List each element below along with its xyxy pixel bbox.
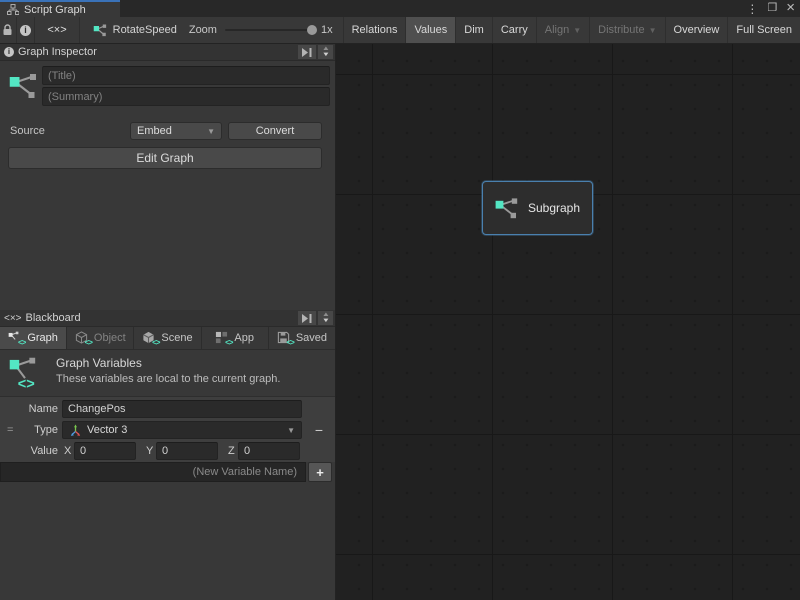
node-label: Subgraph: [528, 201, 580, 215]
graph-inspector-icon: [9, 70, 39, 107]
y-axis-label: Y: [146, 445, 153, 457]
new-variable-name-input[interactable]: [0, 462, 306, 482]
vector3-icon: [69, 424, 82, 437]
panel-scroll-arrows[interactable]: ▲ ▼: [318, 45, 333, 59]
scene-tab-icon: <>: [142, 331, 157, 345]
toolbar-right-group: Relations Values Dim Carry Align ▼ Distr…: [343, 17, 800, 43]
tab-label: Script Graph: [24, 4, 86, 16]
svg-text:<>: <>: [18, 376, 35, 390]
tab-graph[interactable]: <> Graph: [0, 327, 67, 349]
blackboard-title: Blackboard: [26, 312, 81, 324]
tab-scene[interactable]: <> Scene: [134, 327, 201, 349]
zoom-control: Zoom 1x: [189, 17, 343, 43]
script-graph-icon: [7, 4, 19, 15]
source-label: Source: [10, 125, 45, 137]
source-dropdown[interactable]: Embed ▼: [130, 122, 222, 140]
graph-title-input[interactable]: [42, 66, 330, 85]
y-value-input[interactable]: [156, 442, 218, 460]
info-icon: i: [4, 47, 14, 57]
graph-tab-icon: <>: [8, 331, 23, 345]
window-controls: ⋮ ❐ ×: [746, 0, 795, 17]
tab-saved[interactable]: <> Saved: [269, 327, 335, 349]
x-axis-label: X: [64, 445, 71, 457]
distribute-button[interactable]: Distribute ▼: [589, 17, 664, 43]
tab-object[interactable]: <> Object: [67, 327, 134, 349]
z-value-input[interactable]: [238, 442, 300, 460]
window-menu-icon[interactable]: ⋮: [746, 3, 758, 15]
zoom-value: 1x: [321, 24, 333, 36]
new-variable-row: +: [0, 462, 335, 483]
script-graph-window: Script Graph ⋮ ❐ × i <×>: [0, 0, 800, 600]
graph-variables-title: Graph Variables: [56, 356, 142, 370]
graph-inspector-title: Graph Inspector: [18, 46, 97, 58]
variable-type-dropdown[interactable]: Vector 3 ▼: [62, 421, 302, 439]
lock-icon: [2, 24, 13, 36]
variable-row: = Name Type Vector 3 ▼ − Value X Y: [0, 397, 335, 462]
graph-toolbar: i <×> RotateSpeed Zoom 1x Relations: [0, 17, 800, 44]
dock-panel-button[interactable]: [298, 311, 316, 325]
graph-canvas[interactable]: Subgraph: [336, 44, 800, 600]
variable-name-input[interactable]: [62, 400, 302, 418]
caret-down-icon: ▼: [573, 26, 581, 35]
scroll-down-icon: ▼: [321, 52, 329, 58]
edit-graph-button[interactable]: Edit Graph: [8, 147, 322, 169]
source-value: Embed: [137, 125, 172, 137]
type-value: Vector 3: [87, 424, 127, 436]
maximize-icon[interactable]: ❐: [767, 3, 777, 14]
inspect-button[interactable]: i: [17, 17, 36, 43]
caret-down-icon: ▼: [287, 426, 295, 435]
app-tab-icon: <>: [215, 331, 230, 345]
close-icon[interactable]: ×: [786, 0, 795, 15]
fullscreen-button[interactable]: Full Screen: [727, 17, 800, 43]
value-label: Value: [6, 445, 58, 457]
name-label: Name: [6, 403, 58, 415]
dock-icon: [302, 48, 312, 57]
zoom-label: Zoom: [189, 24, 217, 36]
saved-tab-icon: <>: [277, 331, 292, 345]
blackboard-header: <×> Blackboard ▲ ▼: [0, 310, 335, 327]
breadcrumb-label: RotateSpeed: [113, 24, 177, 36]
graph-variables-icon: <>: [9, 356, 41, 395]
variables-icon: <×>: [47, 24, 66, 36]
dock-icon: [302, 314, 312, 323]
x-value-input[interactable]: [74, 442, 136, 460]
graph-inspector-header: i Graph Inspector ▲ ▼: [0, 44, 335, 61]
blackboard-tabs: <> Graph <> Object: [0, 327, 335, 350]
convert-button[interactable]: Convert: [228, 122, 322, 140]
blackboard-icon: <×>: [4, 313, 22, 324]
graph-variables-description: These variables are local to the current…: [56, 373, 280, 385]
dock-panel-button[interactable]: [298, 45, 316, 59]
dim-button[interactable]: Dim: [455, 17, 492, 43]
tab-script-graph[interactable]: Script Graph: [0, 0, 120, 17]
overview-button[interactable]: Overview: [665, 17, 728, 43]
caret-down-icon: ▼: [649, 26, 657, 35]
caret-down-icon: ▼: [207, 127, 215, 136]
relations-button[interactable]: Relations: [343, 17, 406, 43]
carry-button[interactable]: Carry: [492, 17, 536, 43]
remove-variable-button[interactable]: −: [308, 421, 330, 439]
tab-app[interactable]: <> App: [202, 327, 269, 349]
scroll-down-icon: ▼: [321, 318, 329, 324]
lock-button[interactable]: [0, 17, 17, 43]
zoom-slider-handle[interactable]: [307, 25, 317, 35]
variables-toggle-button[interactable]: <×>: [35, 17, 79, 43]
graph-summary-input[interactable]: [42, 87, 330, 106]
subgraph-node[interactable]: Subgraph: [482, 181, 593, 235]
graph-breadcrumb[interactable]: RotateSpeed: [80, 17, 189, 43]
z-axis-label: Z: [228, 445, 235, 457]
left-panel: i Graph Inspector ▲ ▼: [0, 44, 336, 600]
window-tab-bar: Script Graph ⋮ ❐ ×: [0, 0, 800, 17]
values-button[interactable]: Values: [405, 17, 455, 43]
align-button[interactable]: Align ▼: [536, 17, 589, 43]
zoom-slider[interactable]: [225, 29, 313, 31]
info-icon: i: [20, 25, 31, 36]
add-variable-button[interactable]: +: [308, 462, 332, 482]
subgraph-icon: [495, 196, 519, 220]
graph-icon: [93, 23, 108, 38]
type-label: Type: [6, 424, 58, 436]
panel-scroll-arrows[interactable]: ▲ ▼: [318, 311, 333, 325]
object-tab-icon: <>: [75, 331, 90, 345]
